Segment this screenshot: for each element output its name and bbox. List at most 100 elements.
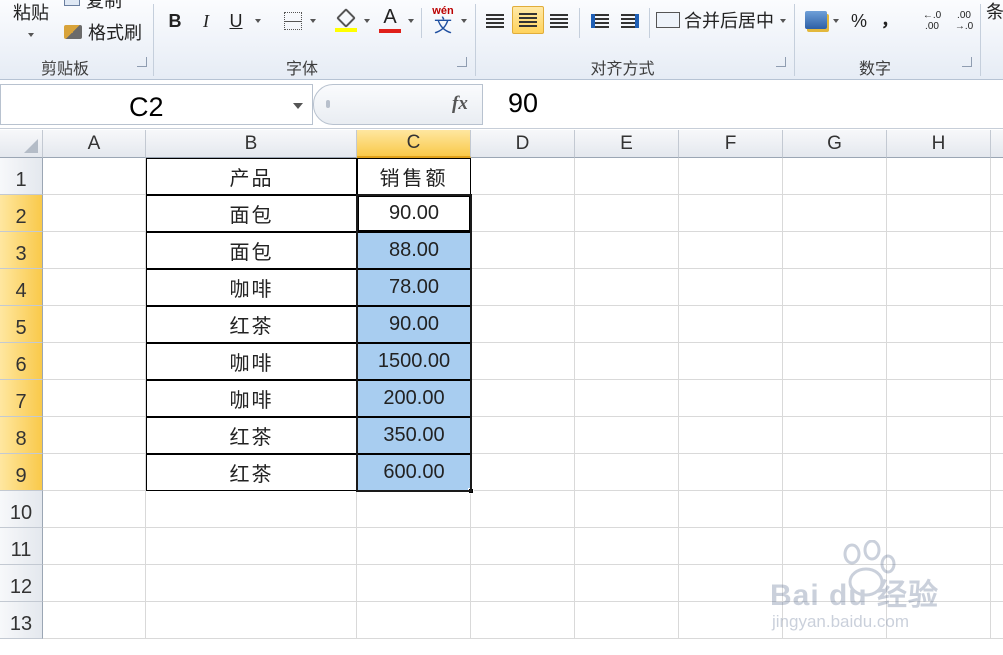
cell-g5[interactable] (783, 306, 887, 343)
cell-d2[interactable] (471, 195, 575, 232)
decrease-indent-button[interactable] (587, 8, 613, 34)
cell-d11[interactable] (471, 528, 575, 565)
merge-center-button[interactable]: 合并后居中 (656, 6, 778, 34)
cell-e3[interactable] (575, 232, 679, 269)
cell-e4[interactable] (575, 269, 679, 306)
cell-e10[interactable] (575, 491, 679, 528)
column-header-d[interactable]: D (471, 130, 575, 158)
cell-g3[interactable] (783, 232, 887, 269)
cell-a7[interactable] (43, 380, 146, 417)
cell-e6[interactable] (575, 343, 679, 380)
cell-h10[interactable] (887, 491, 991, 528)
underline-dropdown-icon[interactable] (255, 19, 261, 23)
column-header-e[interactable]: E (575, 130, 679, 158)
cell-f3[interactable] (679, 232, 783, 269)
cell-c10[interactable] (357, 491, 471, 528)
row-header-9[interactable]: 9 (0, 454, 43, 491)
cell-d12[interactable] (471, 565, 575, 602)
cell-a11[interactable] (43, 528, 146, 565)
cell-d3[interactable] (471, 232, 575, 269)
cell-a12[interactable] (43, 565, 146, 602)
formula-bar-handle-icon[interactable] (326, 100, 330, 108)
cell-e9[interactable] (575, 454, 679, 491)
italic-button[interactable]: I (194, 8, 218, 34)
underline-button[interactable]: U (224, 8, 248, 34)
cell-d9[interactable] (471, 454, 575, 491)
cell-a8[interactable] (43, 417, 146, 454)
cell-a5[interactable] (43, 306, 146, 343)
select-all-corner[interactable] (0, 130, 43, 158)
column-header-c[interactable]: C (357, 130, 471, 158)
cell-b10[interactable] (146, 491, 357, 528)
cell-g2[interactable] (783, 195, 887, 232)
cell-c5[interactable]: 90.00 (357, 306, 471, 343)
cell-a2[interactable] (43, 195, 146, 232)
cell-e5[interactable] (575, 306, 679, 343)
row-header-2[interactable]: 2 (0, 195, 43, 232)
formula-input[interactable]: 90 (508, 88, 538, 119)
cell-c9[interactable]: 600.00 (357, 454, 471, 491)
cell-f8[interactable] (679, 417, 783, 454)
cell-b5[interactable]: 红茶 (146, 306, 357, 343)
cell-a10[interactable] (43, 491, 146, 528)
cell-d7[interactable] (471, 380, 575, 417)
cell-a3[interactable] (43, 232, 146, 269)
row-header-11[interactable]: 11 (0, 528, 43, 565)
column-header-b[interactable]: B (146, 130, 357, 158)
cell-i2[interactable] (991, 195, 1003, 232)
name-box[interactable]: C2 (0, 84, 313, 125)
row-header-7[interactable]: 7 (0, 380, 43, 417)
merge-center-dropdown-icon[interactable] (780, 19, 786, 23)
cell-b11[interactable] (146, 528, 357, 565)
comma-button[interactable]: ， (878, 6, 902, 32)
paste-button[interactable]: 粘贴 (6, 0, 56, 40)
font-color-button[interactable]: A (377, 4, 403, 36)
cell-b12[interactable] (146, 565, 357, 602)
fill-color-button[interactable] (333, 6, 359, 36)
cell-i6[interactable] (991, 343, 1003, 380)
column-header-h[interactable]: H (887, 130, 991, 158)
accounting-format-button[interactable] (802, 6, 830, 34)
cell-g8[interactable] (783, 417, 887, 454)
cell-f12[interactable] (679, 565, 783, 602)
cell-d8[interactable] (471, 417, 575, 454)
cell-g9[interactable] (783, 454, 887, 491)
cell-h5[interactable] (887, 306, 991, 343)
cell-f13[interactable] (679, 602, 783, 639)
cell-c12[interactable] (357, 565, 471, 602)
cell-b3[interactable]: 面包 (146, 232, 357, 269)
cell-i7[interactable] (991, 380, 1003, 417)
row-header-1[interactable]: 1 (0, 158, 43, 195)
cell-b13[interactable] (146, 602, 357, 639)
cell-i10[interactable] (991, 491, 1003, 528)
cell-a4[interactable] (43, 269, 146, 306)
cell-f4[interactable] (679, 269, 783, 306)
cell-b9[interactable]: 红茶 (146, 454, 357, 491)
column-header-g[interactable]: G (783, 130, 887, 158)
cell-c4[interactable]: 78.00 (357, 269, 471, 306)
align-center-button[interactable] (512, 6, 544, 34)
cell-i4[interactable] (991, 269, 1003, 306)
cell-h1[interactable] (887, 158, 991, 195)
cell-c11[interactable] (357, 528, 471, 565)
cell-d13[interactable] (471, 602, 575, 639)
cell-c3[interactable]: 88.00 (357, 232, 471, 269)
cell-b8[interactable]: 红茶 (146, 417, 357, 454)
cell-h7[interactable] (887, 380, 991, 417)
row-header-8[interactable]: 8 (0, 417, 43, 454)
cell-b4[interactable]: 咖啡 (146, 269, 357, 306)
conditional-format-button-cutoff[interactable]: 条 (985, 0, 1003, 24)
fill-handle[interactable] (468, 488, 474, 494)
column-header-cutoff[interactable] (991, 130, 1003, 158)
decrease-decimal-button[interactable]: .00 →.0 (950, 6, 978, 36)
border-button[interactable] (280, 8, 306, 34)
cell-d6[interactable] (471, 343, 575, 380)
percent-button[interactable]: % (846, 8, 872, 34)
row-header-10[interactable]: 10 (0, 491, 43, 528)
cell-c2[interactable]: 90.00 (357, 195, 471, 232)
cell-g4[interactable] (783, 269, 887, 306)
column-header-f[interactable]: F (679, 130, 783, 158)
cell-e13[interactable] (575, 602, 679, 639)
border-dropdown-icon[interactable] (310, 19, 316, 23)
row-header-5[interactable]: 5 (0, 306, 43, 343)
